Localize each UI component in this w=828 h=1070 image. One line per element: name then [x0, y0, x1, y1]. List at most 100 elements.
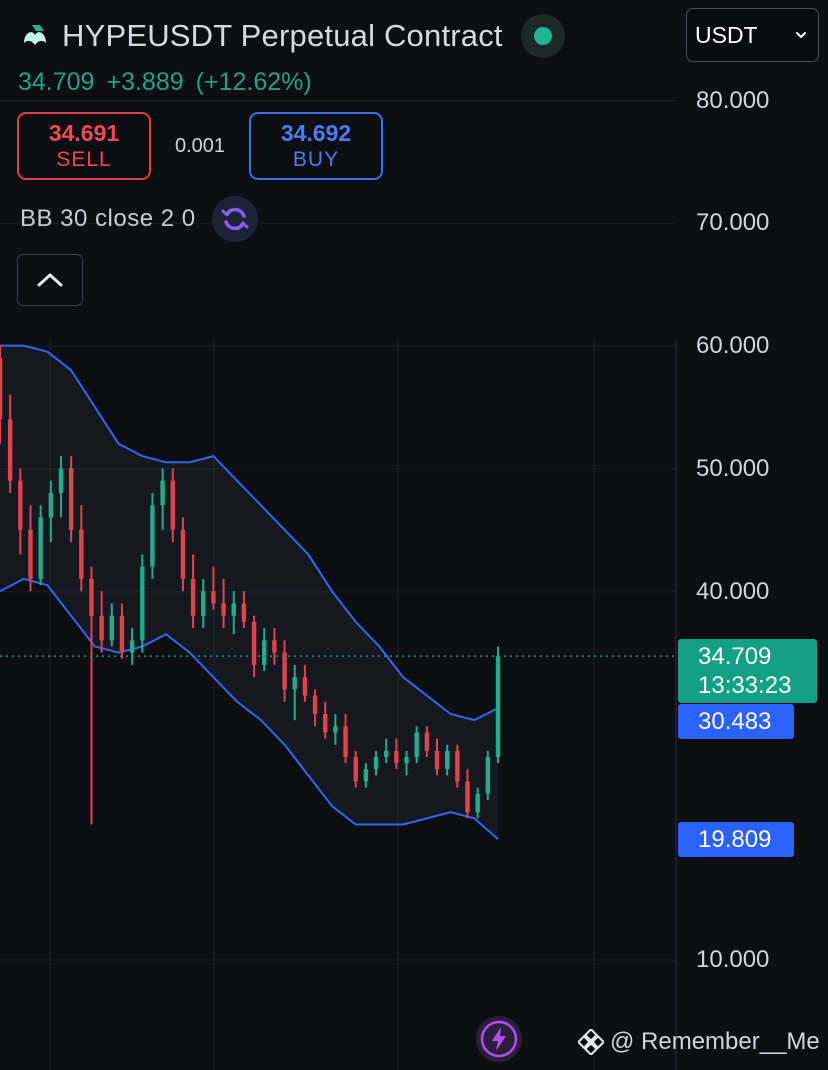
y-axis-label: 70.000: [696, 209, 770, 236]
watermark: @ Remember__Me: [578, 1028, 820, 1056]
candle-body: [140, 566, 145, 641]
indicator-label[interactable]: BB 30 close 2 0: [20, 205, 196, 233]
price-change-pct: (+12.62%): [195, 68, 312, 96]
chevron-up-icon: [37, 273, 63, 287]
candle-body: [89, 578, 94, 616]
candle-body: [201, 591, 206, 616]
indicator-refresh-button[interactable]: [211, 196, 258, 242]
candle-body: [292, 677, 297, 690]
candle-body: [180, 529, 186, 579]
candle-body: [241, 603, 247, 622]
candle-body: [231, 603, 236, 616]
y-axis-label: 80.000: [696, 87, 770, 114]
candle: [89, 566, 94, 825]
candle-body: [312, 695, 318, 714]
candle-body: [394, 750, 399, 764]
price-summary: 34.709 +3.889 (+12.62%): [18, 68, 312, 97]
currency-value: USDT: [695, 21, 758, 48]
candle-body: [190, 578, 196, 616]
candle-body: [384, 750, 389, 757]
candle-body: [150, 505, 155, 567]
symbol-title[interactable]: HYPEUSDT Perpetual Contract: [62, 18, 503, 54]
currency-select[interactable]: USDT: [686, 8, 819, 62]
candle: [485, 750, 491, 800]
candle-body: [363, 769, 369, 782]
candle: [495, 646, 501, 764]
bb-upper-marker: 30.483: [678, 704, 794, 739]
status-dot-icon: [533, 27, 552, 45]
candle-body: [211, 591, 216, 604]
buy-button[interactable]: 34.692 BUY: [249, 112, 383, 180]
last-price-marker-value: 34.709: [698, 643, 772, 670]
candle-body: [465, 781, 470, 813]
candle: [150, 492, 155, 579]
sell-label: SELL: [56, 148, 112, 171]
candle-body: [434, 750, 440, 770]
candle: [68, 456, 74, 543]
buy-price: 34.692: [280, 120, 352, 146]
candle-body: [109, 615, 114, 641]
bb-lower-marker: 19.809: [678, 822, 794, 857]
collapse-legend-button[interactable]: [17, 254, 83, 306]
symbol-header: HYPEUSDT Perpetual Contract: [18, 14, 565, 58]
y-axis-label: 50.000: [696, 455, 770, 482]
last-price-marker: 34.709 13:33:23: [678, 639, 817, 703]
candle-body: [0, 357, 3, 420]
watermark-text: @ Remember__Me: [610, 1028, 820, 1055]
candle-body: [495, 656, 501, 757]
candle-body: [485, 756, 491, 794]
candle-body: [475, 793, 480, 813]
candle-body: [444, 750, 450, 770]
bb-fill: [0, 345, 498, 840]
trade-panel: 34.691 SELL 0.001 34.692 BUY: [17, 112, 383, 180]
y-axis-label: 10.000: [696, 946, 770, 973]
candle-body: [333, 726, 338, 733]
candle-body: [38, 517, 43, 579]
candle-body: [58, 468, 64, 493]
candle-body: [221, 603, 226, 616]
candle-body: [424, 732, 430, 751]
candle-body: [373, 756, 379, 770]
candle-body: [282, 652, 287, 690]
y-axis-label: 60.000: [696, 332, 770, 359]
candle-body: [48, 492, 54, 518]
last-price: 34.709: [18, 68, 95, 96]
candle-body: [170, 480, 175, 530]
lightning-icon: [480, 1020, 518, 1058]
candle-body: [251, 621, 257, 665]
candle-body: [353, 756, 358, 782]
candle-body: [28, 529, 33, 579]
quick-trade-button[interactable]: [476, 1016, 522, 1062]
buy-label: BUY: [292, 148, 340, 171]
sell-button[interactable]: 34.691 SELL: [17, 112, 151, 180]
candle: [455, 744, 460, 788]
chevron-down-icon: [796, 32, 806, 38]
y-axis-label: 40.000: [696, 578, 770, 605]
candle-body: [18, 480, 23, 530]
candle-body: [404, 756, 409, 764]
candle-body: [79, 529, 84, 579]
candle-body: [160, 480, 165, 506]
candle-body: [68, 468, 74, 530]
candle-countdown: 13:33:23: [698, 672, 792, 699]
sell-price: 34.691: [48, 120, 120, 146]
binance-logo-icon: [578, 1029, 604, 1055]
candle-body: [323, 714, 328, 733]
market-status-indicator[interactable]: [520, 14, 565, 58]
candle-body: [455, 750, 460, 782]
price-change: +3.889: [106, 68, 184, 96]
candle-body: [119, 615, 125, 653]
candle-body: [262, 640, 267, 665]
indicator-legend[interactable]: BB 30 close 2 0: [20, 196, 258, 242]
hype-logo-icon: [19, 20, 51, 52]
spread-value: 0.001: [174, 134, 226, 157]
candle-body: [129, 640, 135, 653]
candle-body: [343, 726, 348, 757]
candle-body: [414, 732, 419, 757]
refresh-icon: [221, 207, 249, 231]
candle-body: [7, 419, 13, 481]
candle: [140, 554, 145, 653]
candle-body: [272, 640, 277, 653]
candle-body: [302, 677, 308, 696]
candle-body: [99, 615, 104, 641]
